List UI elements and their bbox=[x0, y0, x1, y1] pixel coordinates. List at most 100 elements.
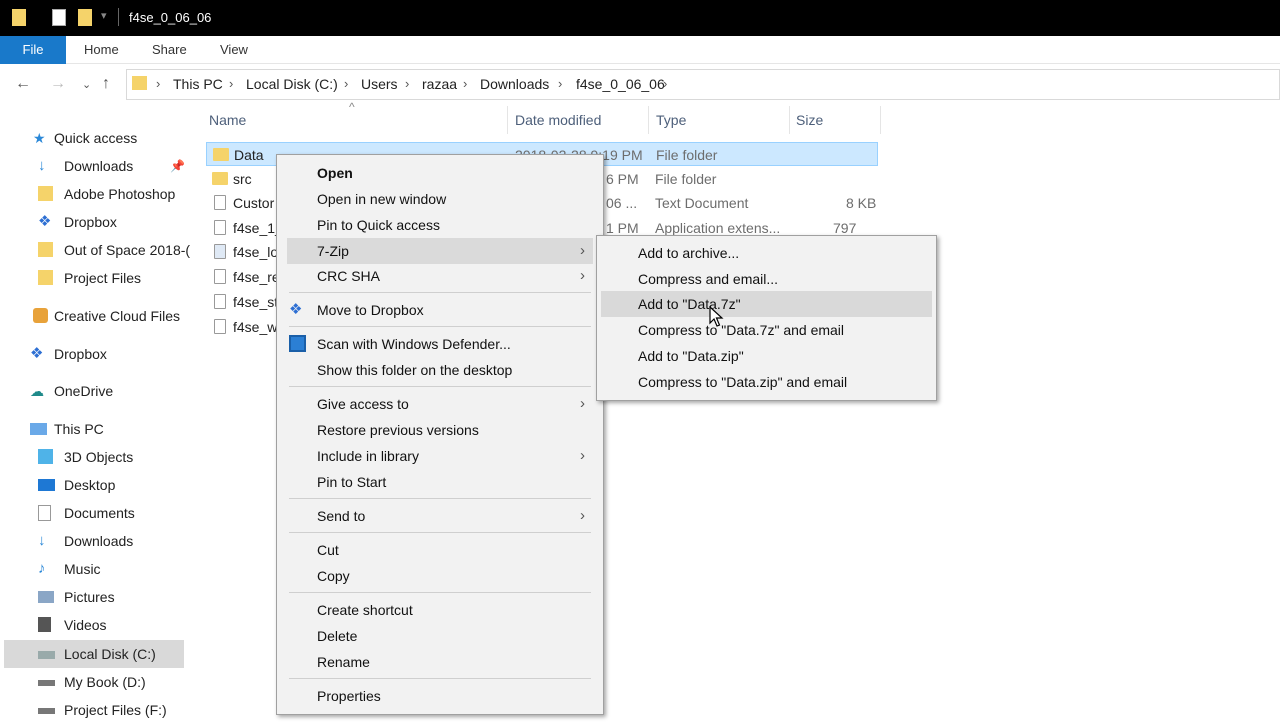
menu-item-move-to-dropbox[interactable]: ❖ Move to Dropbox bbox=[287, 297, 593, 323]
menu-item-pin-quick-access[interactable]: Pin to Quick access bbox=[287, 212, 593, 238]
breadcrumb-local-disk[interactable]: Local Disk (C:) bbox=[246, 76, 338, 92]
column-header-date[interactable]: Date modified bbox=[515, 112, 601, 128]
column-header-size[interactable]: Size bbox=[796, 112, 823, 128]
menu-item-add-to-data-7z[interactable]: Add to "Data.7z" bbox=[601, 291, 932, 317]
menu-divider bbox=[289, 292, 591, 293]
column-header-name[interactable]: Name bbox=[209, 112, 246, 128]
file-icon bbox=[214, 294, 226, 309]
chevron-right-icon[interactable]: › bbox=[558, 76, 562, 91]
chevron-right-icon: › bbox=[580, 267, 585, 284]
folder-icon bbox=[38, 242, 53, 257]
menu-item-send-to[interactable]: Send to › bbox=[287, 503, 593, 529]
column-divider[interactable] bbox=[789, 106, 790, 134]
breadcrumb-users[interactable]: Users bbox=[361, 76, 398, 92]
file-icon bbox=[214, 269, 226, 284]
music-icon: ♪ bbox=[38, 560, 46, 577]
menu-item-cut[interactable]: Cut bbox=[287, 537, 593, 563]
sort-arrow-icon: ^ bbox=[349, 100, 355, 114]
cube-icon bbox=[38, 449, 53, 464]
forward-arrow-icon[interactable]: → bbox=[50, 75, 66, 93]
up-arrow-icon[interactable]: ↑ bbox=[102, 75, 110, 93]
menu-item-rename[interactable]: Rename bbox=[287, 649, 593, 675]
title-bar: ▾ f4se_0_06_06 bbox=[0, 0, 1280, 36]
star-icon: ★ bbox=[33, 130, 46, 146]
context-menu: Open Open in new window Pin to Quick acc… bbox=[276, 154, 604, 715]
menu-item-7zip[interactable]: 7-Zip › bbox=[287, 238, 593, 264]
menu-divider bbox=[289, 678, 591, 679]
menu-divider bbox=[289, 532, 591, 533]
dropbox-icon: ❖ bbox=[289, 301, 303, 318]
properties-icon[interactable] bbox=[52, 9, 66, 26]
menu-item-compress-and-email[interactable]: Compress and email... bbox=[601, 266, 932, 292]
menu-item-copy[interactable]: Copy bbox=[287, 563, 593, 589]
menu-item-pin-start[interactable]: Pin to Start bbox=[287, 469, 593, 495]
menu-item-include-library[interactable]: Include in library › bbox=[287, 443, 593, 469]
column-header-type[interactable]: Type bbox=[656, 112, 686, 128]
menu-item-create-shortcut[interactable]: Create shortcut bbox=[287, 597, 593, 623]
download-arrow-icon: ↓ bbox=[38, 532, 46, 549]
window-title: f4se_0_06_06 bbox=[129, 10, 212, 25]
column-divider[interactable] bbox=[880, 106, 881, 134]
drive-icon bbox=[38, 651, 55, 659]
breadcrumb-this-pc[interactable]: This PC bbox=[173, 76, 223, 92]
chevron-right-icon[interactable]: › bbox=[229, 76, 233, 91]
windows-defender-icon bbox=[289, 335, 306, 352]
menu-item-scan-defender[interactable]: Scan with Windows Defender... bbox=[287, 331, 593, 357]
folder-icon bbox=[212, 172, 228, 185]
chevron-right-icon[interactable]: › bbox=[156, 76, 160, 91]
chevron-right-icon[interactable]: › bbox=[663, 76, 667, 91]
menu-item-restore-versions[interactable]: Restore previous versions bbox=[287, 417, 593, 443]
dropbox-icon: ❖ bbox=[30, 345, 44, 362]
menu-divider bbox=[289, 498, 591, 499]
creative-cloud-icon bbox=[33, 308, 48, 323]
menu-divider bbox=[289, 386, 591, 387]
dll-file-icon bbox=[214, 220, 226, 235]
chevron-right-icon[interactable]: › bbox=[463, 76, 467, 91]
folder-icon bbox=[132, 76, 147, 90]
breadcrumb-downloads[interactable]: Downloads bbox=[480, 76, 549, 92]
submenu-7zip: Add to archive... Compress and email... … bbox=[596, 235, 937, 401]
breadcrumb-razaa[interactable]: razaa bbox=[422, 76, 457, 92]
menu-item-properties[interactable]: Properties bbox=[287, 683, 593, 709]
new-folder-icon[interactable] bbox=[78, 9, 92, 26]
drive-icon bbox=[38, 708, 55, 714]
menu-item-open[interactable]: Open bbox=[287, 160, 593, 186]
file-icon bbox=[214, 319, 226, 334]
folder-icon bbox=[213, 148, 229, 161]
tab-home[interactable]: Home bbox=[84, 36, 119, 64]
menu-item-add-to-archive[interactable]: Add to archive... bbox=[601, 240, 932, 266]
menu-item-compress-data-zip-email[interactable]: Compress to "Data.zip" and email bbox=[601, 369, 932, 395]
tab-view[interactable]: View bbox=[220, 36, 248, 64]
pin-icon[interactable]: 📌 bbox=[170, 153, 185, 179]
onedrive-icon: ☁ bbox=[30, 383, 44, 399]
menu-item-show-on-desktop[interactable]: Show this folder on the desktop bbox=[287, 357, 593, 383]
column-divider[interactable] bbox=[648, 106, 649, 134]
tab-share[interactable]: Share bbox=[152, 36, 187, 64]
videos-icon bbox=[38, 617, 51, 632]
chevron-right-icon: › bbox=[580, 395, 585, 412]
menu-item-compress-data-7z-email[interactable]: Compress to "Data.7z" and email bbox=[601, 317, 932, 343]
back-arrow-icon[interactable]: ← bbox=[15, 75, 31, 93]
menu-item-add-to-data-zip[interactable]: Add to "Data.zip" bbox=[601, 343, 932, 369]
breadcrumb-f4se[interactable]: f4se_0_06_06 bbox=[576, 76, 665, 92]
chevron-right-icon: › bbox=[580, 507, 585, 524]
application-icon bbox=[214, 244, 226, 259]
menu-item-crc-sha[interactable]: CRC SHA › bbox=[287, 263, 593, 289]
tab-file[interactable]: File bbox=[0, 36, 66, 64]
menu-item-give-access[interactable]: Give access to › bbox=[287, 391, 593, 417]
menu-divider bbox=[289, 326, 591, 327]
computer-icon bbox=[30, 423, 47, 435]
documents-icon bbox=[38, 505, 51, 521]
menu-divider bbox=[289, 592, 591, 593]
pictures-icon bbox=[38, 591, 54, 603]
customize-toolbar-icon[interactable]: ▾ bbox=[101, 9, 107, 22]
recent-locations-icon[interactable]: ⌄ bbox=[82, 78, 91, 91]
mouse-cursor-icon bbox=[709, 306, 724, 327]
chevron-right-icon[interactable]: › bbox=[405, 76, 409, 91]
column-divider[interactable] bbox=[507, 106, 508, 134]
menu-item-open-new-window[interactable]: Open in new window bbox=[287, 186, 593, 212]
chevron-right-icon[interactable]: › bbox=[344, 76, 348, 91]
menu-item-delete[interactable]: Delete bbox=[287, 623, 593, 649]
dropbox-icon: ❖ bbox=[38, 213, 52, 230]
folder-icon bbox=[12, 9, 26, 26]
